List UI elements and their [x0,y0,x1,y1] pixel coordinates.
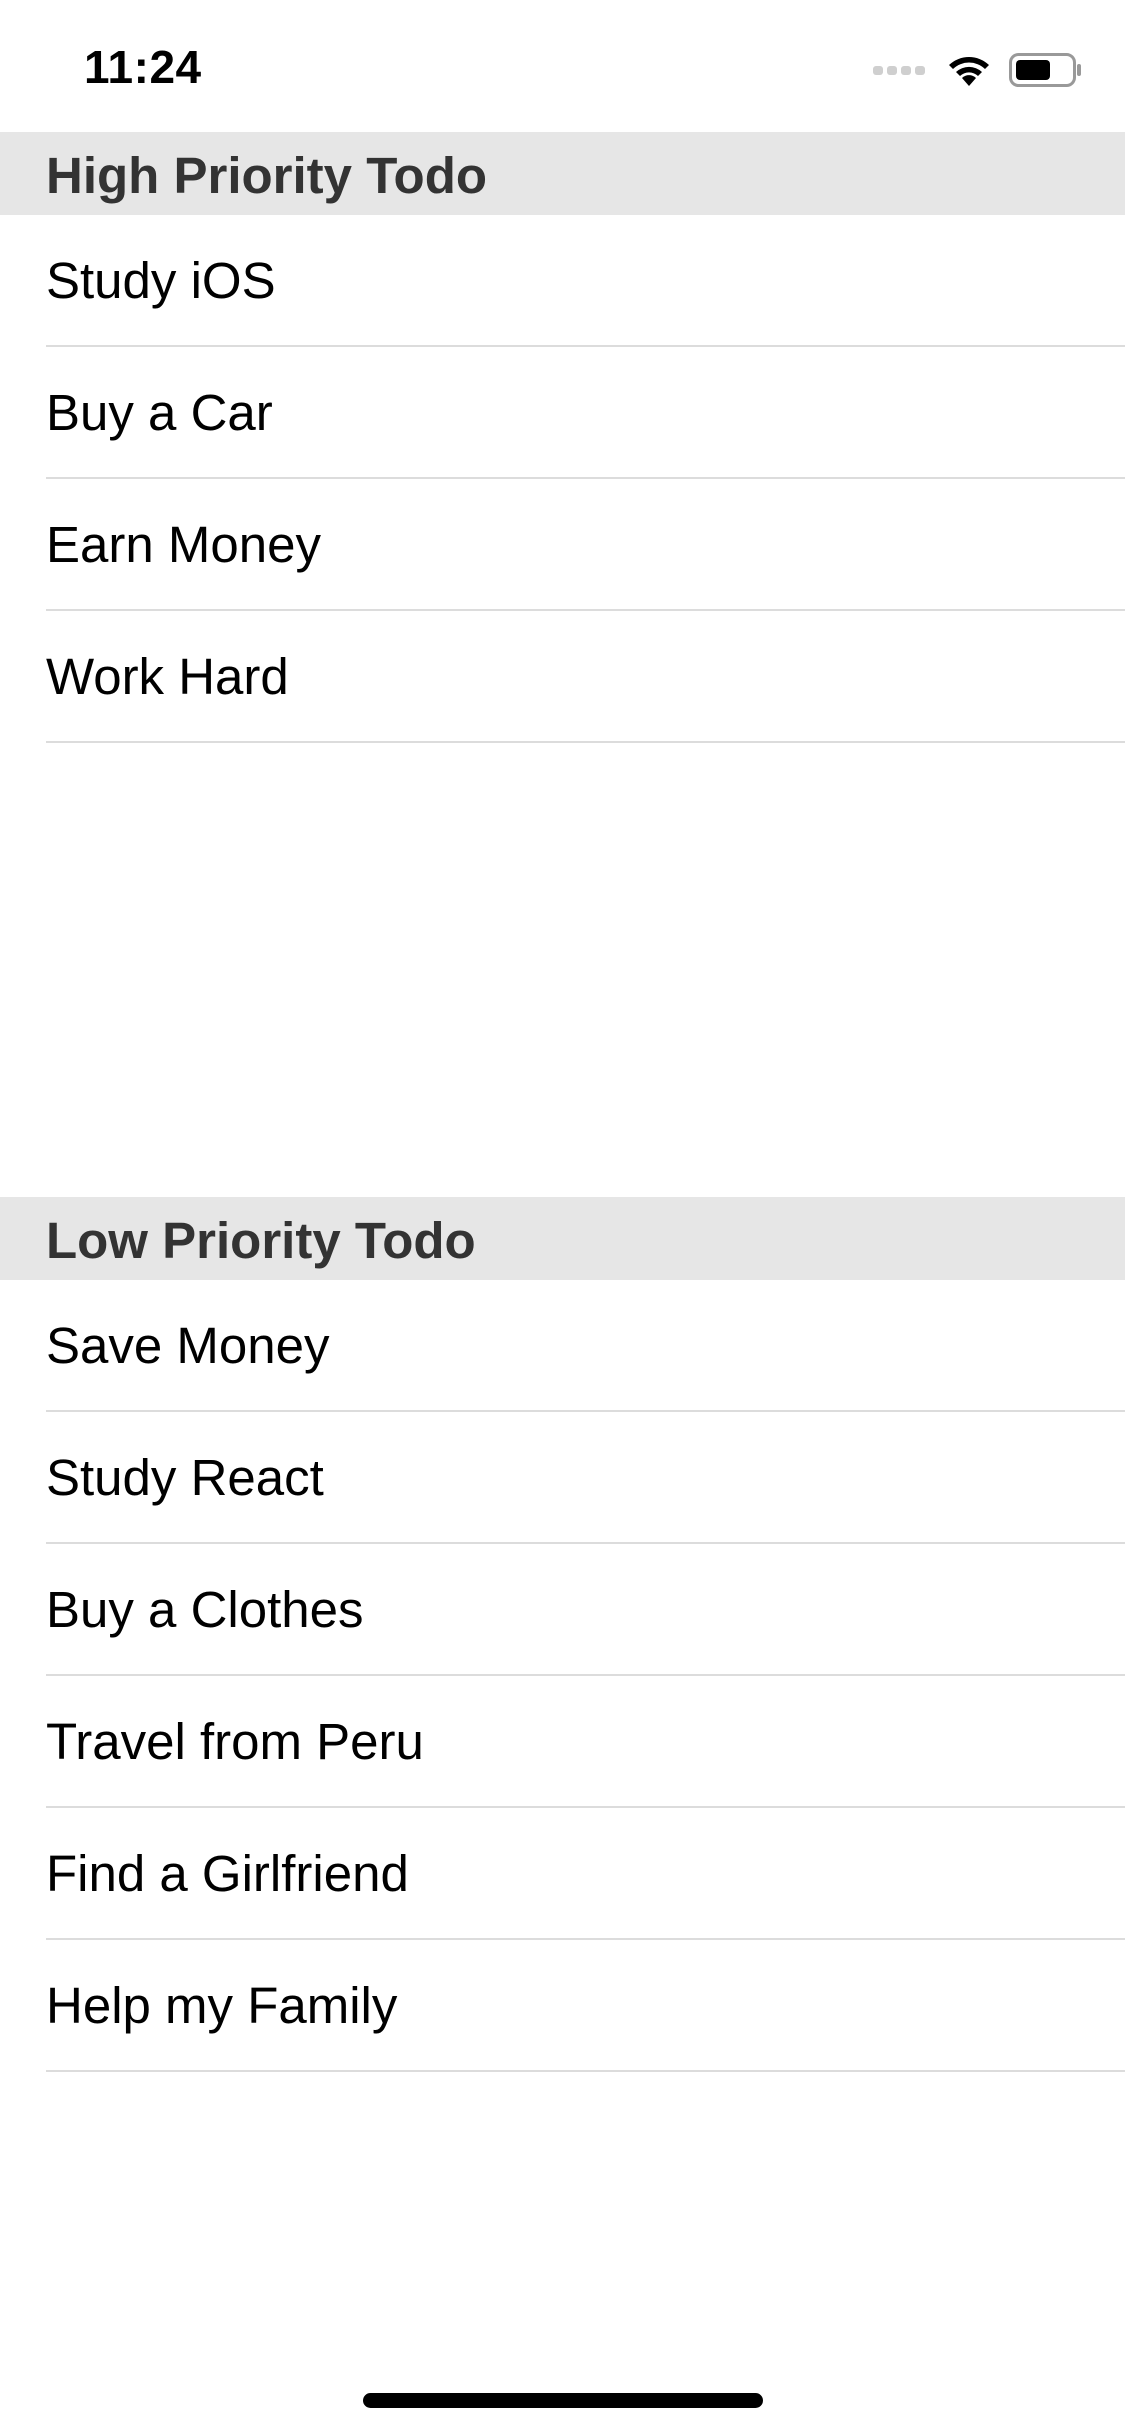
battery-icon [1009,53,1081,87]
home-indicator[interactable] [363,2393,763,2408]
status-bar: 11:24 [0,0,1125,132]
list-item[interactable]: Find a Girlfriend [0,1808,1125,1940]
list-item-label: Buy a Car [46,384,273,441]
section-header-low-priority: Low Priority Todo [0,1197,1125,1280]
todo-list-high-priority: Study iOS Buy a Car Earn Money Work Hard [0,215,1125,743]
list-item-label: Study React [46,1449,324,1506]
list-item[interactable]: Buy a Clothes [0,1544,1125,1676]
list-item[interactable]: Work Hard [0,611,1125,743]
list-item[interactable]: Study React [0,1412,1125,1544]
list-item-label: Travel from Peru [46,1713,424,1770]
list-item-label: Work Hard [46,648,289,705]
section-title: High Priority Todo [46,147,488,204]
list-item[interactable]: Buy a Car [0,347,1125,479]
list-item-label: Study iOS [46,252,276,309]
list-item[interactable]: Save Money [0,1280,1125,1412]
list-item[interactable]: Earn Money [0,479,1125,611]
divider [46,741,1125,743]
list-item[interactable]: Help my Family [0,1940,1125,2072]
list-item-label: Buy a Clothes [46,1581,364,1638]
list-item-label: Earn Money [46,516,321,573]
status-icons [873,48,1083,92]
section-header-high-priority: High Priority Todo [0,132,1125,215]
list-item[interactable]: Study iOS [0,215,1125,347]
divider [46,2070,1125,2072]
list-item-label: Save Money [46,1317,330,1374]
todo-list-low-priority: Save Money Study React Buy a Clothes Tra… [0,1280,1125,2072]
status-time: 11:24 [84,41,202,93]
wifi-icon [949,57,989,86]
list-item-label: Find a Girlfriend [46,1845,409,1902]
cellular-signal-icon [873,66,925,75]
list-item[interactable]: Travel from Peru [0,1676,1125,1808]
list-item-label: Help my Family [46,1977,398,2034]
section-title: Low Priority Todo [46,1212,476,1269]
